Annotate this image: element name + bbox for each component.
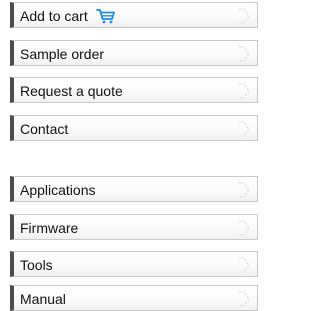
add-to-cart-label: Add to cart xyxy=(20,8,116,25)
chevron-right-icon xyxy=(237,291,251,307)
cart-icon xyxy=(95,8,116,24)
chevron-right-icon xyxy=(237,46,251,62)
contact-label: Contact xyxy=(20,121,69,137)
chevron-right-icon xyxy=(237,220,251,236)
chevron-right-icon xyxy=(237,257,251,273)
tools-button[interactable]: Tools xyxy=(10,251,258,277)
manual-label: Manual xyxy=(20,291,66,307)
sample-order-label: Sample order xyxy=(20,46,105,62)
chevron-right-icon xyxy=(237,83,251,99)
applications-button[interactable]: Applications xyxy=(10,176,258,202)
tools-label: Tools xyxy=(20,257,53,273)
firmware-label: Firmware xyxy=(20,220,79,236)
request-quote-label: Request a quote xyxy=(20,83,123,99)
add-to-cart-button[interactable]: Add to cart xyxy=(10,2,258,28)
contact-button[interactable]: Contact xyxy=(10,115,258,141)
request-quote-button[interactable]: Request a quote xyxy=(10,77,258,103)
sample-order-button[interactable]: Sample order xyxy=(10,40,258,66)
firmware-button[interactable]: Firmware xyxy=(10,214,258,240)
chevron-right-icon xyxy=(237,121,251,137)
chevron-right-icon xyxy=(237,182,251,198)
sidebar-actions-panel: Add to cart Sample order Request a quote… xyxy=(0,0,260,311)
applications-label: Applications xyxy=(20,182,96,198)
manual-button[interactable]: Manual xyxy=(10,285,258,311)
chevron-right-icon xyxy=(237,8,251,24)
